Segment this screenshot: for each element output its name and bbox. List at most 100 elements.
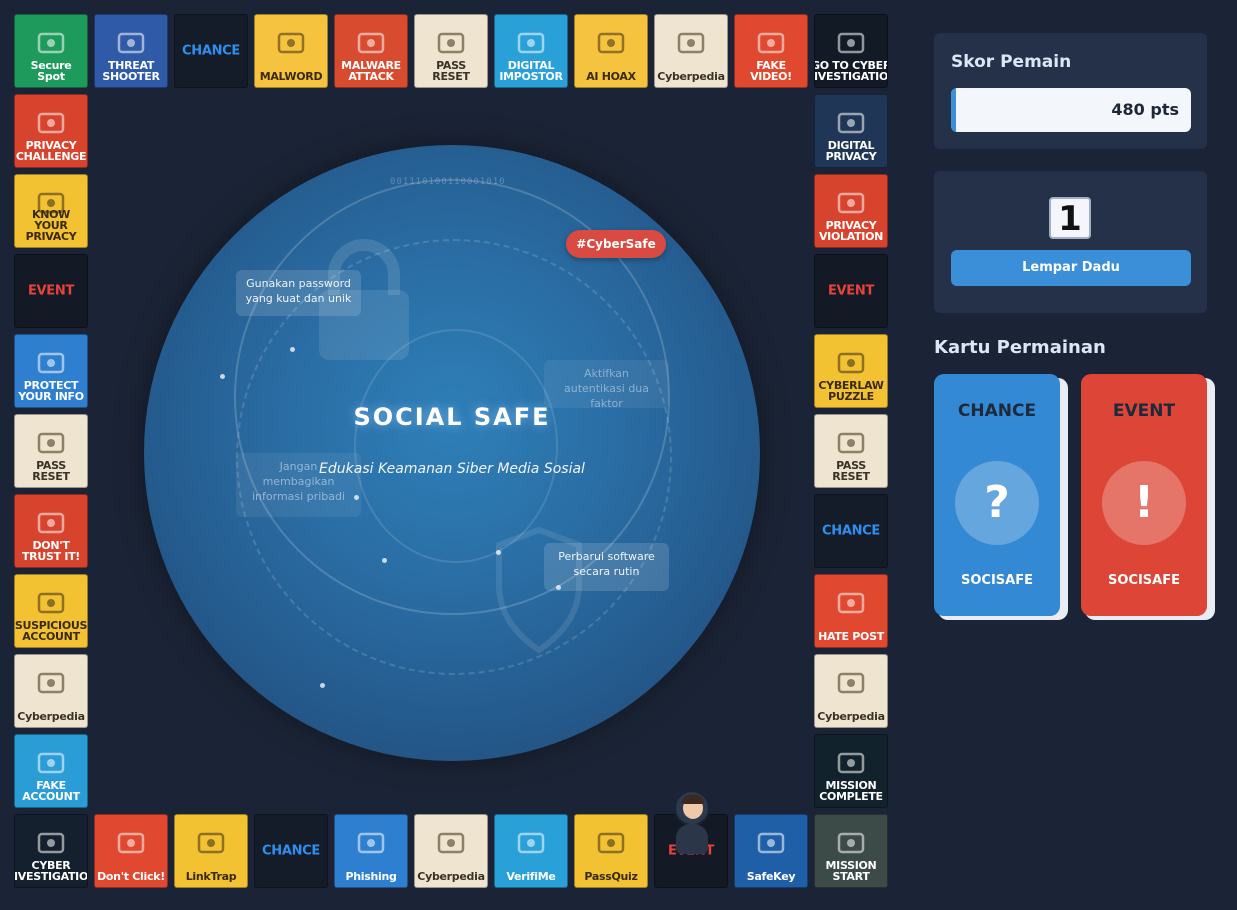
board-tile[interactable]: Cyberpedia xyxy=(814,654,888,728)
board-tile[interactable]: Cyberpedia xyxy=(654,14,728,88)
board-tile[interactable]: PassQuiz xyxy=(574,814,648,888)
tile-label: PASS RESET xyxy=(832,459,870,483)
tile-label: Secure Spot xyxy=(30,59,72,83)
board-tile[interactable]: THREAT SHOOTER xyxy=(94,14,168,88)
board-tile[interactable]: VerifiMe xyxy=(494,814,568,888)
board-tile[interactable]: SafeKey xyxy=(734,814,808,888)
board-tile[interactable]: CHANCE xyxy=(174,14,248,88)
puzzle-icon xyxy=(837,352,865,374)
tile-label: EVENT xyxy=(827,283,875,299)
tile-label: PASS RESET xyxy=(32,459,70,483)
lock-icon xyxy=(757,832,785,854)
tile-label: PASS RESET xyxy=(432,59,470,83)
board-tile[interactable]: AI HOAX xyxy=(574,14,648,88)
board-tile[interactable]: DON'T TRUST IT! xyxy=(14,494,88,568)
cards-section-title: Kartu Permainan xyxy=(934,337,1106,358)
board-tile[interactable]: SUSPICIOUS ACCOUNT xyxy=(14,574,88,648)
board-tile[interactable]: FAKE VIDEO! xyxy=(734,14,808,88)
board-tile[interactable]: EVENT xyxy=(814,254,888,328)
board-tile[interactable]: HATE POST xyxy=(814,574,888,648)
lock-icon xyxy=(37,112,65,134)
board-tile[interactable]: PRIVACY VIOLATION xyxy=(814,174,888,248)
book-icon xyxy=(677,32,705,54)
check-icon xyxy=(517,832,545,854)
tile-label: FAKE ACCOUNT xyxy=(22,779,80,803)
sparkle-dot xyxy=(220,374,225,379)
board-tile[interactable]: CYBERLAW PUZZLE xyxy=(814,334,888,408)
shield-icon xyxy=(37,352,65,374)
tile-label: HATE POST xyxy=(818,630,884,643)
chance-card-footer: SOCISAFE xyxy=(961,573,1033,588)
board-tile[interactable]: MALWORD xyxy=(254,14,328,88)
tip-2fa: Aktifkan autentikasi dua faktor xyxy=(544,360,669,410)
sparkle-dot xyxy=(290,347,295,352)
police-icon xyxy=(37,832,65,854)
board-tile[interactable]: LinkTrap xyxy=(174,814,248,888)
tile-label: MISSION START xyxy=(825,859,877,883)
score-panel: Skor Pemain 480 pts xyxy=(934,33,1207,149)
board-tile[interactable]: PROTECT YOUR INFO xyxy=(14,334,88,408)
tile-label: CYBERLAW PUZZLE xyxy=(818,379,884,403)
board-tile[interactable]: CYBER INVESTIGATION xyxy=(14,814,88,888)
board-tile[interactable]: DIGITAL PRIVACY xyxy=(814,94,888,168)
book-icon xyxy=(437,832,465,854)
board-tile[interactable]: PASS RESET xyxy=(414,14,488,88)
flag-icon xyxy=(837,832,865,854)
tile-label: MALWARE ATTACK xyxy=(341,59,401,83)
search-user-icon xyxy=(37,592,65,614)
tile-label: THREAT SHOOTER xyxy=(102,59,160,83)
board-tile[interactable]: Phishing xyxy=(334,814,408,888)
board-tile[interactable]: PASS RESET xyxy=(814,414,888,488)
warning-icon xyxy=(357,32,385,54)
tile-label: CHANCE xyxy=(822,523,880,539)
score-value: 480 pts xyxy=(1111,100,1179,119)
board-tile[interactable]: PASS RESET xyxy=(14,414,88,488)
board-tile[interactable]: KNOW YOUR PRIVACY xyxy=(14,174,88,248)
board-tile[interactable]: CHANCE xyxy=(814,494,888,568)
board-tile[interactable]: FAKE ACCOUNT xyxy=(14,734,88,808)
score-progress-fill xyxy=(951,88,956,132)
computer-icon xyxy=(277,32,305,54)
lock-icon xyxy=(837,112,865,134)
board-tile[interactable]: MISSION COMPLETE xyxy=(814,734,888,808)
tile-label: PassQuiz xyxy=(584,870,638,883)
tile-label: FAKE VIDEO! xyxy=(750,59,792,83)
roll-dice-button[interactable]: Lempar Dadu xyxy=(951,250,1191,286)
tile-label: LinkTrap xyxy=(185,870,237,883)
tile-label: EVENT xyxy=(27,283,75,299)
link-icon xyxy=(117,832,145,854)
tile-label: Don't Click! xyxy=(97,870,165,883)
board-tile[interactable]: CHANCE xyxy=(254,814,328,888)
board-tile[interactable]: PRIVACY CHALLENGE xyxy=(14,94,88,168)
event-card[interactable]: EVENT ! SOCISAFE xyxy=(1081,374,1207,616)
player-token[interactable] xyxy=(672,790,712,862)
sparkle-dot xyxy=(496,550,501,555)
tile-label: PROTECT YOUR INFO xyxy=(18,379,84,403)
board-tile[interactable]: Cyberpedia xyxy=(14,654,88,728)
user-icon xyxy=(37,512,65,534)
chance-card[interactable]: CHANCE ? SOCISAFE xyxy=(934,374,1060,616)
game-title: SOCIAL SAFE xyxy=(353,403,551,431)
event-card-title: EVENT xyxy=(1112,401,1176,421)
board-tile[interactable]: EVENT xyxy=(14,254,88,328)
board-tile[interactable]: MALWARE ATTACK xyxy=(334,14,408,88)
arrow-left-icon xyxy=(837,32,865,54)
board-tile[interactable]: Secure Spot xyxy=(14,14,88,88)
player-body xyxy=(676,824,708,854)
sparkle-dot xyxy=(382,558,387,563)
tile-label: PRIVACY CHALLENGE xyxy=(15,139,87,163)
board-tile[interactable]: DIGITAL IMPOSTOR xyxy=(494,14,568,88)
tile-label: Cyberpedia xyxy=(417,870,485,883)
scale-icon xyxy=(837,192,865,214)
flag-icon xyxy=(837,752,865,774)
event-card-footer: SOCISAFE xyxy=(1108,573,1180,588)
avatar xyxy=(674,790,710,826)
tile-label: PRIVACY VIOLATION xyxy=(818,219,884,243)
board-tile[interactable]: GO TO CYBER INVESTIGATION xyxy=(814,14,888,88)
tile-label: DIGITAL IMPOSTOR xyxy=(499,59,563,83)
sparkle-dot xyxy=(354,495,359,500)
board-tile[interactable]: Don't Click! xyxy=(94,814,168,888)
board-tile[interactable]: Cyberpedia xyxy=(414,814,488,888)
book-icon xyxy=(37,672,65,694)
board-tile[interactable]: MISSION START xyxy=(814,814,888,888)
